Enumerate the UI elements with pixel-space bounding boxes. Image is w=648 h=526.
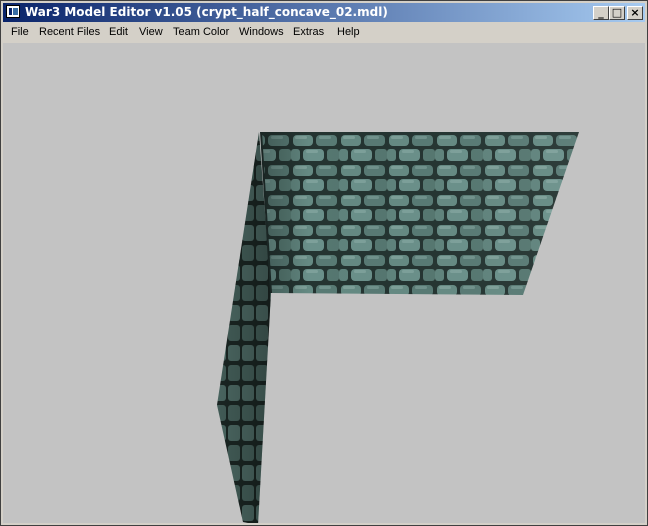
menu-help[interactable]: Help (337, 26, 360, 38)
menu-view[interactable]: View (139, 26, 163, 38)
menu-recent-files[interactable]: Recent Files (39, 26, 100, 38)
model-render (217, 131, 579, 523)
maximize-button[interactable]: □ (609, 6, 625, 20)
window-title: War3 Model Editor v1.05 (crypt_half_conc… (25, 5, 388, 19)
menu-extras[interactable]: Extras (293, 26, 324, 38)
minimize-button[interactable]: _ (593, 6, 609, 20)
menu-windows[interactable]: Windows (239, 26, 284, 38)
menu-file[interactable]: File (11, 26, 29, 38)
close-button[interactable]: × (627, 6, 643, 20)
menu-team-color[interactable]: Team Color (173, 26, 229, 38)
title-bar[interactable]: War3 Model Editor v1.05 (crypt_half_conc… (3, 3, 645, 22)
app-icon (6, 5, 20, 18)
model-viewport[interactable] (3, 43, 645, 523)
app-window: War3 Model Editor v1.05 (crypt_half_conc… (0, 0, 648, 526)
menu-bar: File Recent Files Edit View Team Color W… (3, 23, 645, 42)
menu-edit[interactable]: Edit (109, 26, 128, 38)
